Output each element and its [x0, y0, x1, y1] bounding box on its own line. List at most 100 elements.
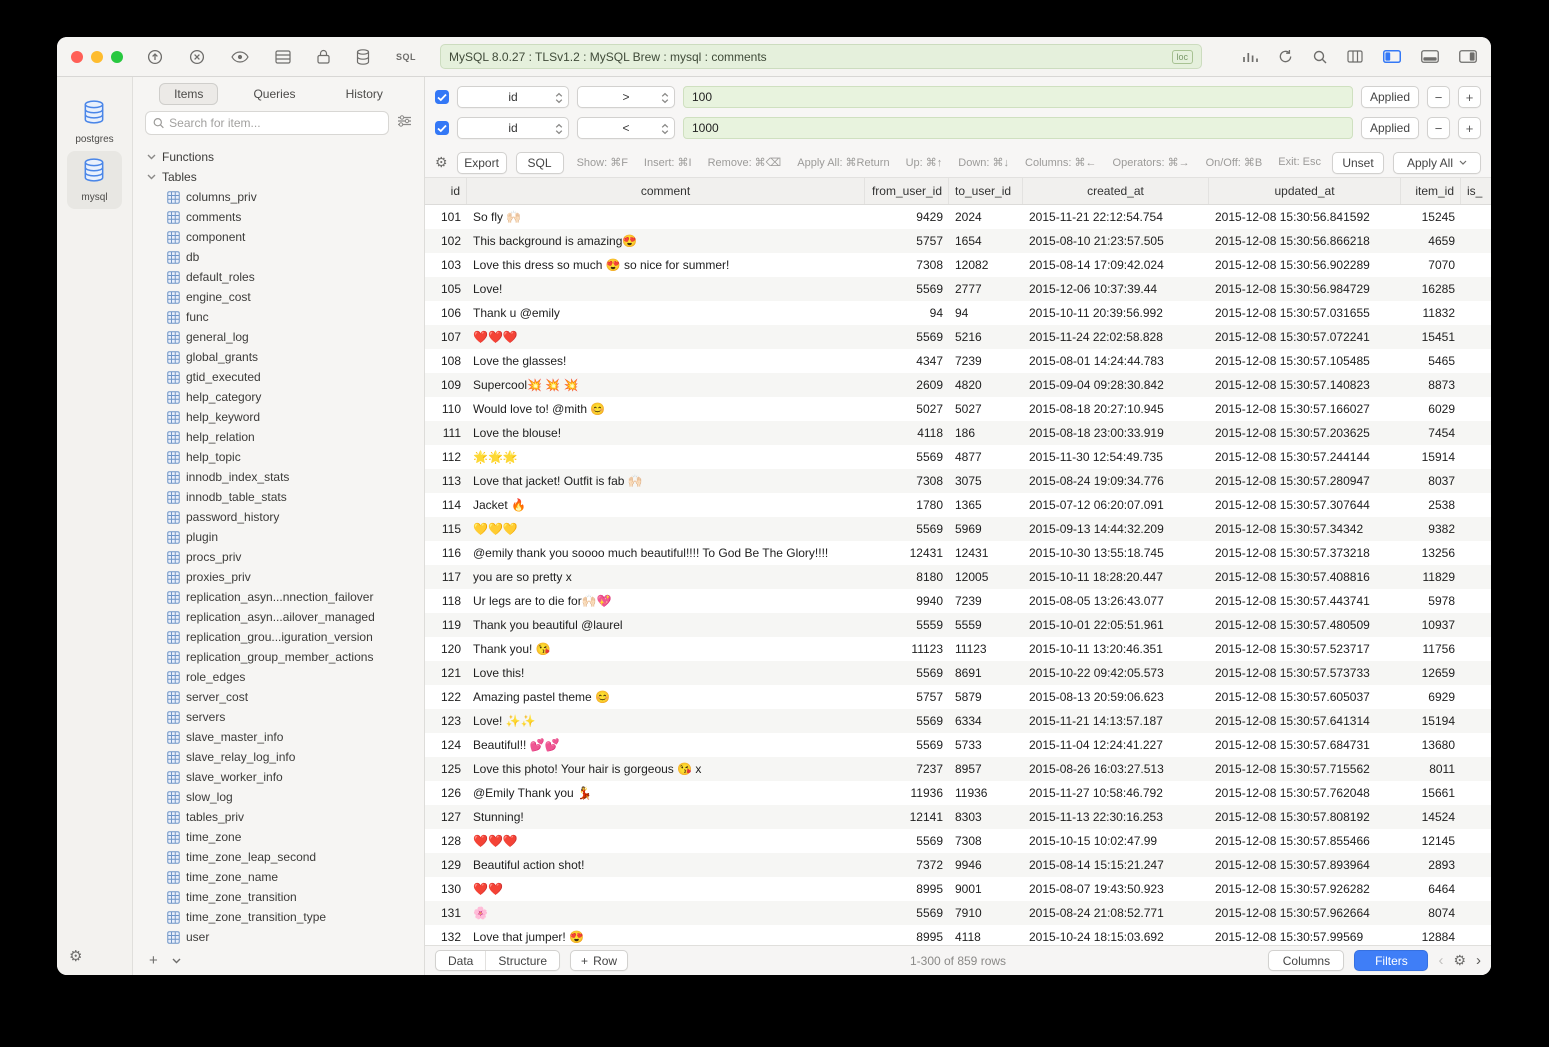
structure-tab[interactable]: Structure: [485, 951, 559, 970]
connection-icon[interactable]: [147, 49, 163, 65]
search-input[interactable]: [169, 116, 381, 130]
previous-page-icon[interactable]: ‹: [1438, 953, 1443, 968]
left-panel-toggle-icon[interactable]: [1383, 50, 1401, 63]
sidebar-table-item[interactable]: user: [133, 927, 424, 945]
connection-item[interactable]: postgres: [67, 93, 121, 151]
disconnect-icon[interactable]: [189, 49, 205, 65]
rows-list-icon[interactable]: [275, 50, 291, 64]
sidebar-table-item[interactable]: columns_priv: [133, 187, 424, 207]
table-row[interactable]: 114Jacket 🔥178013652015-07-12 06:20:07.0…: [425, 493, 1491, 517]
filter-applied-button[interactable]: Applied: [1361, 117, 1419, 139]
sidebar-table-item[interactable]: procs_priv: [133, 547, 424, 567]
page-settings-gear-icon[interactable]: ⚙: [1453, 952, 1466, 969]
table-row[interactable]: 107❤️❤️❤️556952162015-11-24 22:02:58.828…: [425, 325, 1491, 349]
sidebar-table-item[interactable]: gtid_executed: [133, 367, 424, 387]
table-row[interactable]: 120Thank you! 😘11123111232015-10-11 13:2…: [425, 637, 1491, 661]
table-row[interactable]: 117you are so pretty x8180120052015-10-1…: [425, 565, 1491, 589]
sidebar-table-item[interactable]: comments: [133, 207, 424, 227]
functions-section[interactable]: Functions: [133, 147, 424, 167]
sidebar-table-item[interactable]: role_edges: [133, 667, 424, 687]
table-row[interactable]: 124Beautiful!! 💕💕556957332015-11-04 12:2…: [425, 733, 1491, 757]
tables-section[interactable]: Tables: [133, 167, 424, 187]
sidebar-table-item[interactable]: global_grants: [133, 347, 424, 367]
filter-operator-select[interactable]: <: [577, 117, 675, 139]
column-header[interactable]: from_user_id: [865, 178, 949, 204]
sidebar-table-item[interactable]: innodb_table_stats: [133, 487, 424, 507]
sidebar-tab[interactable]: History: [331, 83, 398, 105]
sidebar-table-item[interactable]: replication_group_member_actions: [133, 647, 424, 667]
bottom-panel-toggle-icon[interactable]: [1421, 50, 1439, 63]
filter-settings-gear-icon[interactable]: ⚙: [435, 154, 448, 171]
table-row[interactable]: 123Love! ✨✨556963342015-11-21 14:13:57.1…: [425, 709, 1491, 733]
column-header[interactable]: id: [425, 178, 467, 204]
close-button[interactable]: [71, 51, 83, 63]
table-row[interactable]: 126@Emily Thank you 💃11936119362015-11-2…: [425, 781, 1491, 805]
filter-remove-button[interactable]: −: [1427, 117, 1450, 139]
view-columns-icon[interactable]: [1347, 50, 1363, 63]
connection-title-field[interactable]: MySQL 8.0.27 : TLSv1.2 : MySQL Brew : my…: [440, 44, 1202, 69]
lock-icon[interactable]: [317, 49, 330, 64]
column-header[interactable]: item_id: [1401, 178, 1461, 204]
sidebar-table-item[interactable]: general_log: [133, 327, 424, 347]
sidebar-table-item[interactable]: default_roles: [133, 267, 424, 287]
filter-value-input[interactable]: 100: [683, 86, 1353, 108]
filters-button[interactable]: Filters: [1354, 950, 1428, 971]
sidebar-table-item[interactable]: func: [133, 307, 424, 327]
eye-icon[interactable]: [231, 51, 249, 63]
sidebar-table-item[interactable]: innodb_index_stats: [133, 467, 424, 487]
table-row[interactable]: 109Supercool💥 💥 💥260948202015-09-04 09:2…: [425, 373, 1491, 397]
sidebar-tab[interactable]: Items: [159, 83, 218, 105]
sidebar-table-item[interactable]: slave_relay_log_info: [133, 747, 424, 767]
chevron-down-icon[interactable]: [172, 951, 181, 969]
filter-remove-button[interactable]: −: [1427, 86, 1450, 108]
table-row[interactable]: 108Love the glasses!434772392015-08-01 1…: [425, 349, 1491, 373]
table-row[interactable]: 119Thank you beautiful @laurel5559555920…: [425, 613, 1491, 637]
sidebar-table-item[interactable]: tables_priv: [133, 807, 424, 827]
filter-add-button[interactable]: +: [1458, 86, 1481, 108]
table-row[interactable]: 121Love this!556986912015-10-22 09:42:05…: [425, 661, 1491, 685]
add-row-button[interactable]: + Row: [570, 950, 628, 971]
column-header[interactable]: is_: [1461, 178, 1491, 204]
sidebar-table-item[interactable]: help_keyword: [133, 407, 424, 427]
table-row[interactable]: 130❤️❤️899590012015-08-07 19:43:50.92320…: [425, 877, 1491, 901]
sidebar-table-item[interactable]: plugin: [133, 527, 424, 547]
sidebar-table-item[interactable]: time_zone_name: [133, 867, 424, 887]
unset-button[interactable]: Unset: [1332, 152, 1384, 174]
sidebar-table-item[interactable]: server_cost: [133, 687, 424, 707]
sidebar-tab[interactable]: Queries: [238, 83, 310, 105]
filter-applied-button[interactable]: Applied: [1361, 86, 1419, 108]
table-row[interactable]: 102This background is amazing😍5757165420…: [425, 229, 1491, 253]
filter-value-input[interactable]: 1000: [683, 117, 1353, 139]
zoom-button[interactable]: [111, 51, 123, 63]
sidebar-search-field[interactable]: [145, 111, 389, 135]
sidebar-table-item[interactable]: db: [133, 247, 424, 267]
table-row[interactable]: 131🌸556979102015-08-24 21:08:52.7712015-…: [425, 901, 1491, 925]
table-row[interactable]: 101So fly 🙌🏻942920242015-11-21 22:12:54.…: [425, 205, 1491, 229]
filter-column-select[interactable]: id: [457, 86, 569, 108]
refresh-icon[interactable]: [1278, 49, 1293, 64]
table-row[interactable]: 132Love that jumper! 😍899541182015-10-24…: [425, 925, 1491, 945]
right-panel-toggle-icon[interactable]: [1459, 50, 1477, 63]
next-page-icon[interactable]: ›: [1476, 953, 1481, 968]
column-header[interactable]: to_user_id: [949, 178, 1023, 204]
sidebar-table-item[interactable]: password_history: [133, 507, 424, 527]
minimize-button[interactable]: [91, 51, 103, 63]
sidebar-table-item[interactable]: component: [133, 227, 424, 247]
export-button[interactable]: Export: [457, 152, 507, 174]
add-item-button[interactable]: +: [149, 952, 158, 969]
search-icon[interactable]: [1313, 50, 1327, 64]
sidebar-table-item[interactable]: help_relation: [133, 427, 424, 447]
table-row[interactable]: 103Love this dress so much 😍 so nice for…: [425, 253, 1491, 277]
sidebar-table-item[interactable]: time_zone: [133, 827, 424, 847]
table-row[interactable]: 127Stunning!1214183032015-11-13 22:30:16…: [425, 805, 1491, 829]
filter-enabled-checkbox[interactable]: [435, 90, 449, 104]
sidebar-table-item[interactable]: servers: [133, 707, 424, 727]
settings-gear-icon[interactable]: ⚙: [69, 947, 82, 965]
data-tab[interactable]: Data: [436, 951, 485, 970]
table-row[interactable]: 112🌟🌟🌟556948772015-11-30 12:54:49.735201…: [425, 445, 1491, 469]
filter-operator-select[interactable]: >: [577, 86, 675, 108]
table-row[interactable]: 106Thank u @emily94942015-10-11 20:39:56…: [425, 301, 1491, 325]
sidebar-table-item[interactable]: replication_asyn...ailover_managed: [133, 607, 424, 627]
sidebar-table-item[interactable]: proxies_priv: [133, 567, 424, 587]
sort-options-icon[interactable]: [397, 114, 412, 132]
